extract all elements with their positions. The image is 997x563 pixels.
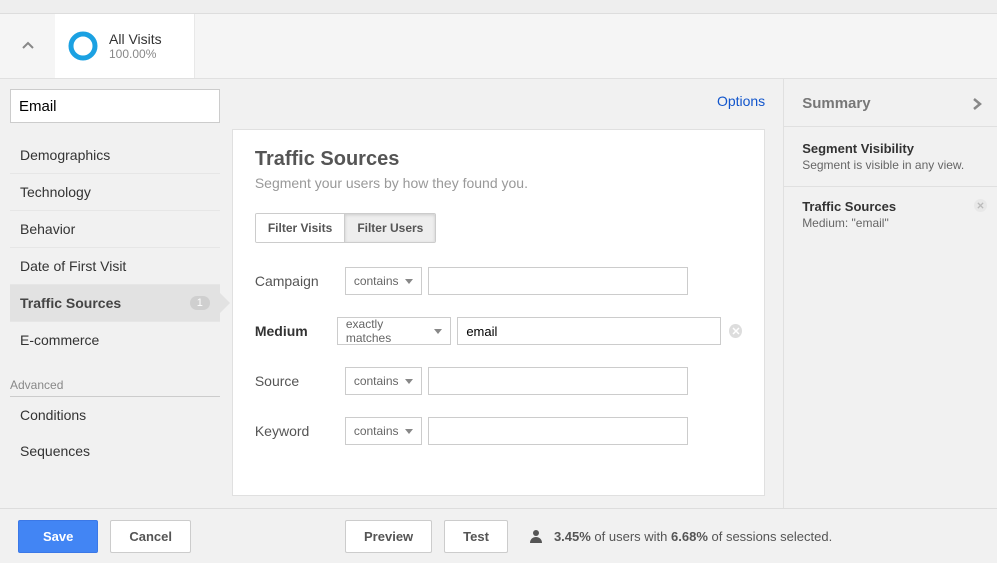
sidebar-item-sequences[interactable]: Sequences [10, 433, 220, 469]
sidebar-item-label: Demographics [20, 147, 110, 163]
medium-label: Medium [255, 323, 337, 339]
sidebar-item-demographics[interactable]: Demographics [10, 137, 220, 173]
advanced-label: Advanced [10, 364, 220, 397]
main-panel: Traffic Sources Segment your users by ho… [232, 129, 765, 496]
summary-ts-title: Traffic Sources [802, 199, 979, 214]
filter-visits-button[interactable]: Filter Visits [256, 214, 344, 242]
collapse-button[interactable] [0, 14, 55, 78]
stats-users-pct: 3.45% [554, 529, 591, 544]
filter-users-button[interactable]: Filter Users [344, 214, 435, 242]
segment-chip-all-visits[interactable]: All Visits 100.00% [55, 14, 195, 78]
summary-ts-remove[interactable] [974, 199, 987, 212]
row-source: Source contains [255, 367, 742, 395]
segment-header: All Visits 100.00% [0, 14, 997, 78]
cancel-button[interactable]: Cancel [110, 520, 191, 553]
row-campaign: Campaign contains [255, 267, 742, 295]
filter-scope-toggle: Filter Visits Filter Users [255, 213, 437, 243]
options-row: Options [232, 79, 783, 129]
sidebar-item-label: Technology [20, 184, 91, 200]
sidebar-item-label: Traffic Sources [20, 295, 121, 311]
sidebar-item-label: Behavior [20, 221, 75, 237]
stats-mid: of users with [591, 529, 671, 544]
sidebar-item-label: E-commerce [20, 332, 99, 348]
source-value-input[interactable] [428, 367, 688, 395]
summary-header[interactable]: Summary [784, 79, 997, 127]
person-icon [528, 528, 544, 544]
stats-suffix: of sessions selected. [708, 529, 832, 544]
visibility-title: Segment Visibility [802, 141, 979, 156]
keyword-value-input[interactable] [428, 417, 688, 445]
selection-stats: 3.45% of users with 6.68% of sessions se… [528, 528, 832, 544]
top-stripe [0, 0, 997, 14]
sidebar-item-date-first-visit[interactable]: Date of First Visit [10, 247, 220, 284]
sidebar-item-label: Sequences [20, 443, 90, 459]
source-label: Source [255, 373, 345, 389]
segment-name-input[interactable] [10, 89, 220, 123]
row-medium: Medium exactly matches [255, 317, 742, 345]
circle-icon [67, 30, 99, 62]
sidebar-item-label: Conditions [20, 407, 86, 423]
sidebar-item-technology[interactable]: Technology [10, 173, 220, 210]
chevron-up-icon [21, 39, 35, 53]
keyword-operator-select[interactable]: contains [345, 417, 422, 445]
content-area: Demographics Technology Behavior Date of… [0, 78, 997, 508]
sidebar-item-label: Date of First Visit [20, 258, 126, 274]
summary-title: Summary [802, 95, 870, 112]
campaign-label: Campaign [255, 273, 345, 289]
segment-title: All Visits [109, 31, 162, 47]
preview-button[interactable]: Preview [345, 520, 432, 553]
stats-sessions-pct: 6.68% [671, 529, 708, 544]
save-button[interactable]: Save [18, 520, 98, 553]
options-link[interactable]: Options [717, 93, 765, 129]
filter-count-badge: 1 [190, 296, 210, 310]
summary-traffic-sources-block: Traffic Sources Medium: "email" [784, 187, 997, 242]
panel-subtitle: Segment your users by how they found you… [255, 175, 742, 191]
keyword-label: Keyword [255, 423, 345, 439]
summary-panel: Summary Segment Visibility Segment is vi… [783, 79, 997, 508]
segment-percentage: 100.00% [109, 47, 162, 61]
close-icon [977, 202, 984, 209]
campaign-operator-select[interactable]: contains [345, 267, 422, 295]
sidebar-item-traffic-sources[interactable]: Traffic Sources 1 [10, 284, 220, 321]
medium-value-input[interactable] [457, 317, 721, 345]
source-operator-select[interactable]: contains [345, 367, 422, 395]
sidebar: Demographics Technology Behavior Date of… [0, 79, 232, 508]
summary-ts-text: Medium: "email" [802, 216, 979, 230]
row-keyword: Keyword contains [255, 417, 742, 445]
test-button[interactable]: Test [444, 520, 508, 553]
sidebar-item-conditions[interactable]: Conditions [10, 397, 220, 433]
campaign-value-input[interactable] [428, 267, 688, 295]
sidebar-item-behavior[interactable]: Behavior [10, 210, 220, 247]
close-icon [732, 327, 740, 335]
panel-title: Traffic Sources [255, 148, 742, 171]
medium-clear-button[interactable] [729, 324, 742, 338]
summary-visibility-block: Segment Visibility Segment is visible in… [784, 127, 997, 187]
sidebar-item-ecommerce[interactable]: E-commerce [10, 321, 220, 358]
visibility-text: Segment is visible in any view. [802, 158, 979, 172]
chevron-right-icon [971, 97, 983, 111]
footer-bar: Save Cancel Preview Test 3.45% of users … [0, 508, 997, 563]
medium-operator-select[interactable]: exactly matches [337, 317, 451, 345]
